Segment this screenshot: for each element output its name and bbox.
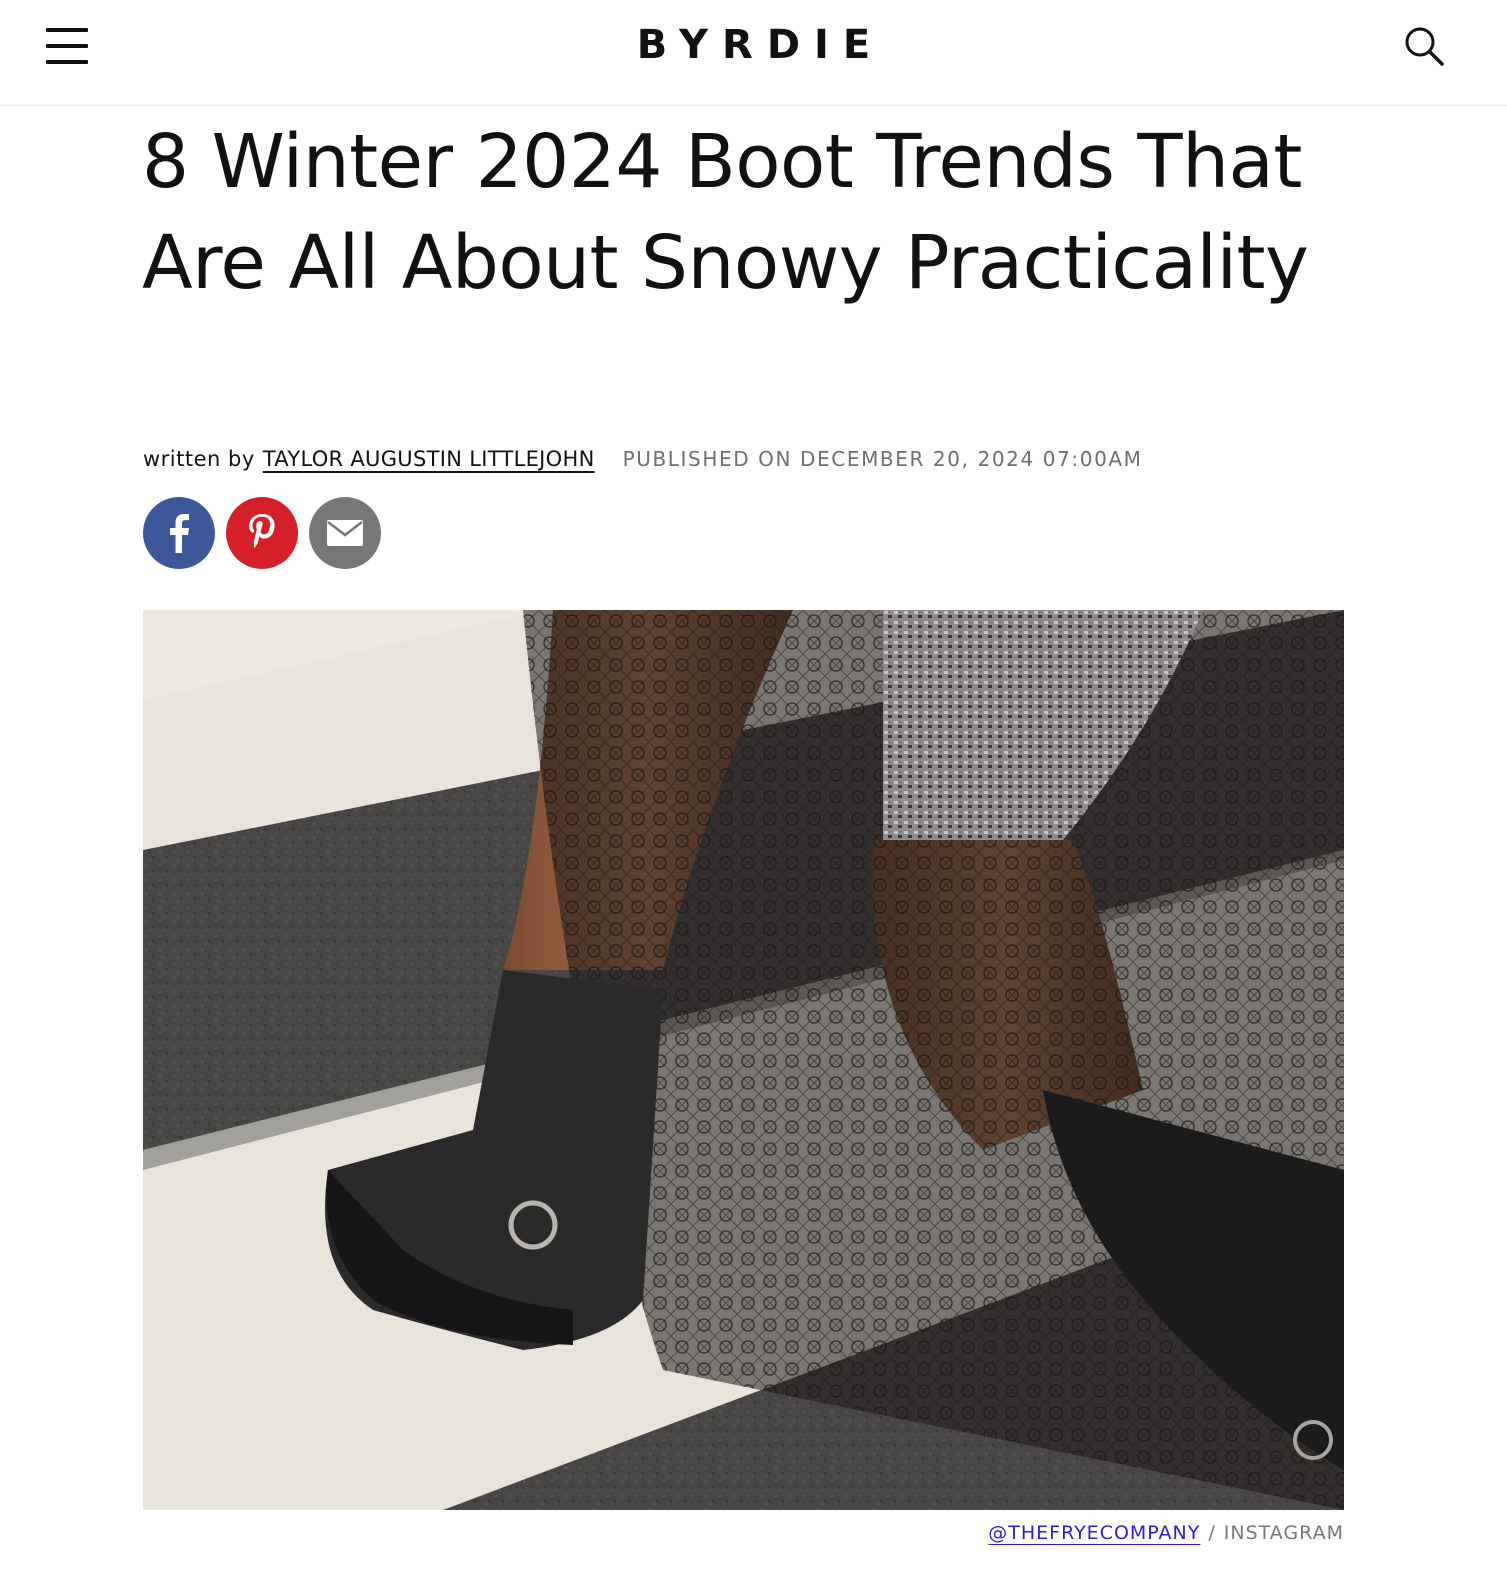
- byline: written by TAYLOR AUGUSTIN LITTLEJOHN PU…: [143, 444, 1143, 474]
- hero-photo-illustration: [143, 610, 1344, 1510]
- search-icon[interactable]: [1404, 26, 1446, 68]
- author-link[interactable]: TAYLOR AUGUSTIN LITTLEJOHN: [263, 447, 595, 471]
- email-share-button[interactable]: [309, 497, 381, 569]
- pinterest-share-button[interactable]: [226, 497, 298, 569]
- written-by-label: written by: [143, 447, 255, 471]
- hero-image: [143, 610, 1344, 1510]
- email-icon: [327, 520, 363, 546]
- publish-date: PUBLISHED ON DECEMBER 20, 2024 07:00AM: [622, 447, 1143, 471]
- site-logo[interactable]: BYRDIE: [0, 22, 1507, 68]
- photo-credit-source: INSTAGRAM: [1223, 1522, 1344, 1544]
- site-header: BYRDIE: [0, 0, 1507, 106]
- article-title: 8 Winter 2024 Boot Trends That Are All A…: [142, 119, 1309, 306]
- photo-credit-link[interactable]: @THEFRYECOMPANY: [988, 1522, 1200, 1544]
- credit-separator: /: [1208, 1522, 1216, 1544]
- facebook-icon: [170, 514, 189, 553]
- share-bar: [143, 497, 392, 569]
- photo-credit: @THEFRYECOMPANY / INSTAGRAM: [988, 1522, 1344, 1544]
- pinterest-icon: [249, 514, 275, 549]
- facebook-share-button[interactable]: [143, 497, 215, 569]
